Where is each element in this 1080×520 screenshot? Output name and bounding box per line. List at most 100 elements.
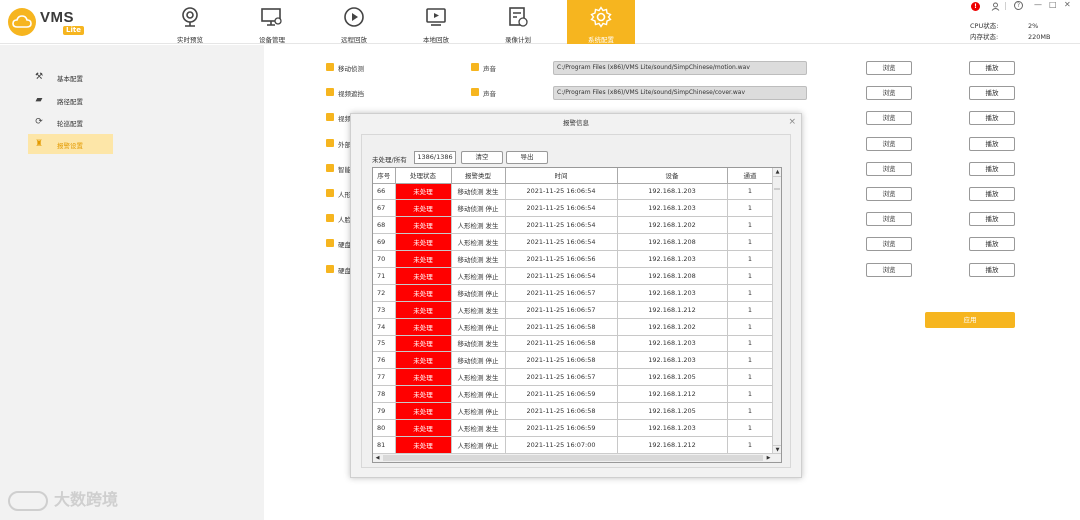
play-button[interactable]: 播放 — [969, 263, 1015, 277]
export-button[interactable]: 导出 — [506, 151, 548, 164]
play-button[interactable]: 播放 — [969, 61, 1015, 75]
column-header[interactable]: 设备 — [617, 168, 728, 184]
play-button[interactable]: 播放 — [969, 111, 1015, 125]
horizontal-scrollbar[interactable]: ◀ ▶ — [373, 453, 781, 462]
column-header[interactable]: 通道 — [727, 168, 774, 184]
checkbox[interactable] — [326, 63, 334, 71]
table-row[interactable]: 76 未处理 移动侦测 停止 2021-11-25 16:06:58 192.168.1… — [373, 351, 774, 370]
checkbox[interactable] — [326, 164, 334, 172]
table-row[interactable]: 75 未处理 移动侦测 发生 2021-11-25 16:06:58 192.168.1… — [373, 335, 774, 353]
clear-button[interactable]: 清空 — [461, 151, 503, 164]
table-row[interactable]: 66 未处理 移动侦测 发生 2021-11-25 16:06:54 192.168.1… — [373, 183, 774, 201]
table-row[interactable]: 68 未处理 人形检测 发生 2021-11-25 16:06:54 192.168.1… — [373, 216, 774, 235]
vertical-scrollbar[interactable]: ▲ ▼ — [772, 168, 781, 454]
nav-live-view[interactable]: 实时预览 — [167, 0, 213, 44]
scroll-up-icon[interactable]: ▲ — [773, 168, 781, 177]
table-row[interactable]: 77 未处理 人形检测 发生 2021-11-25 16:06:57 192.168.1… — [373, 368, 774, 387]
close-button[interactable]: ✕ — [1064, 0, 1071, 9]
status-cell: 未处理 — [395, 250, 452, 268]
nav-record-plan[interactable]: 录像计划 — [495, 0, 541, 44]
sidebar-item-alarm[interactable]: ♜ 报警设置 — [28, 134, 113, 154]
dialog-title: 报警信息 — [351, 114, 801, 132]
browse-button[interactable]: 浏览 — [866, 187, 912, 201]
table-row[interactable]: 67 未处理 移动侦测 停止 2021-11-25 16:06:54 192.168.1… — [373, 199, 774, 218]
alarm-type-cell: 人形检测 停止 — [451, 385, 506, 404]
dialog-close-icon[interactable]: × — [788, 117, 796, 127]
nav-label: 设备管理 — [259, 36, 285, 44]
nav-local-playback[interactable]: 本地回放 — [413, 0, 459, 44]
table-row[interactable]: 69 未处理 人形检测 发生 2021-11-25 16:06:54 192.168.1… — [373, 233, 774, 252]
sound-path-field[interactable]: C:/Program Files (x86)/VMS Lite/sound/Si… — [553, 86, 807, 100]
checkbox[interactable] — [326, 139, 334, 147]
column-header[interactable]: 报警类型 — [451, 168, 506, 184]
checkbox[interactable] — [326, 239, 334, 247]
browse-button[interactable]: 浏览 — [866, 237, 912, 251]
play-button[interactable]: 播放 — [969, 237, 1015, 251]
scroll-right-icon[interactable]: ▶ — [764, 454, 773, 462]
browse-button[interactable]: 浏览 — [866, 162, 912, 176]
column-header[interactable]: 处理状态 — [395, 168, 452, 184]
row-index: 69 — [373, 233, 396, 252]
table-row[interactable]: 71 未处理 人形检测 停止 2021-11-25 16:06:54 192.168.1… — [373, 267, 774, 285]
table-row[interactable]: 81 未处理 人形检测 停止 2021-11-25 16:07:00 192.168.1… — [373, 436, 774, 454]
checkbox[interactable] — [326, 189, 334, 197]
play-button[interactable]: 播放 — [969, 137, 1015, 151]
apply-button[interactable]: 应用 — [925, 312, 1015, 328]
nav-label: 本地回放 — [423, 36, 449, 44]
sidebar-item-cycle[interactable]: ⟳ 轮巡配置 — [28, 112, 113, 132]
logo-badge: Lite — [63, 26, 84, 35]
browse-button[interactable]: 浏览 — [866, 137, 912, 151]
wrench-icon: ⚒ — [34, 72, 44, 82]
browse-button[interactable]: 浏览 — [866, 263, 912, 277]
browse-button[interactable]: 浏览 — [866, 111, 912, 125]
cloud-logo-icon — [8, 8, 36, 36]
logo-text: VMS — [40, 9, 75, 26]
checkbox[interactable] — [326, 265, 334, 273]
scroll-thumb[interactable] — [383, 455, 763, 461]
status-cell: 未处理 — [395, 368, 452, 387]
checkbox[interactable] — [326, 214, 334, 222]
device-cell: 192.168.1.203 — [617, 284, 728, 302]
table-row[interactable]: 78 未处理 人形检测 停止 2021-11-25 16:06:59 192.168.1… — [373, 385, 774, 404]
sound-checkbox[interactable] — [471, 63, 479, 71]
column-header[interactable]: 时间 — [505, 168, 618, 184]
column-header[interactable]: 序号 — [373, 168, 396, 184]
sidebar-item-label: 轮巡配置 — [57, 120, 83, 128]
sidebar-item-basic[interactable]: ⚒ 基本配置 — [28, 67, 113, 87]
alert-icon[interactable]: ! — [971, 2, 980, 11]
table-header-row: 序号 处理状态 报警类型 时间 设备 通道 — [373, 168, 774, 184]
scroll-left-icon[interactable]: ◀ — [373, 454, 382, 462]
nav-system-config[interactable]: 系统配置 — [567, 0, 635, 44]
play-button[interactable]: 播放 — [969, 162, 1015, 176]
status-cell: 未处理 — [395, 351, 452, 370]
table-row[interactable]: 79 未处理 人形检测 停止 2021-11-25 16:06:58 192.168.1… — [373, 402, 774, 420]
table-row[interactable]: 72 未处理 移动侦测 停止 2021-11-25 16:06:57 192.168.1… — [373, 284, 774, 302]
sound-path-field[interactable]: C:/Program Files (x86)/VMS Lite/sound/Si… — [553, 61, 807, 75]
table-row[interactable]: 74 未处理 人形检测 停止 2021-11-25 16:06:58 192.168.1… — [373, 318, 774, 336]
nav-remote-playback[interactable]: 远程回放 — [331, 0, 377, 44]
help-icon[interactable]: ? — [1014, 1, 1023, 10]
browse-button[interactable]: 浏览 — [866, 61, 912, 75]
nav-device-manage[interactable]: 设备管理 — [249, 0, 295, 44]
sound-checkbox[interactable] — [471, 88, 479, 96]
checkbox[interactable] — [326, 113, 334, 121]
play-button[interactable]: 播放 — [969, 187, 1015, 201]
scroll-thumb[interactable] — [774, 188, 780, 190]
table-row[interactable]: 70 未处理 移动侦测 发生 2021-11-25 16:06:56 192.168.1… — [373, 250, 774, 268]
device-cell: 192.168.1.203 — [617, 419, 728, 437]
device-cell: 192.168.1.208 — [617, 267, 728, 285]
browse-button[interactable]: 浏览 — [866, 86, 912, 100]
minimize-button[interactable]: — — [1034, 0, 1042, 9]
play-button[interactable]: 播放 — [969, 212, 1015, 226]
setting-row: 移动侦测 声音 C:/Program Files (x86)/VMS Lite/… — [326, 60, 1026, 76]
maximize-button[interactable]: □ — [1049, 0, 1057, 9]
browse-button[interactable]: 浏览 — [866, 212, 912, 226]
time-cell: 2021-11-25 16:06:56 — [505, 250, 618, 268]
table-row[interactable]: 80 未处理 人形检测 发生 2021-11-25 16:06:59 192.168.1… — [373, 419, 774, 437]
play-button[interactable]: 播放 — [969, 86, 1015, 100]
table-row[interactable]: 73 未处理 人形检测 发生 2021-11-25 16:06:57 192.168.1… — [373, 301, 774, 319]
gear-icon — [590, 6, 612, 28]
checkbox[interactable] — [326, 88, 334, 96]
sidebar-item-path[interactable]: ▰ 路径配置 — [28, 90, 113, 110]
user-icon[interactable] — [991, 2, 1000, 11]
